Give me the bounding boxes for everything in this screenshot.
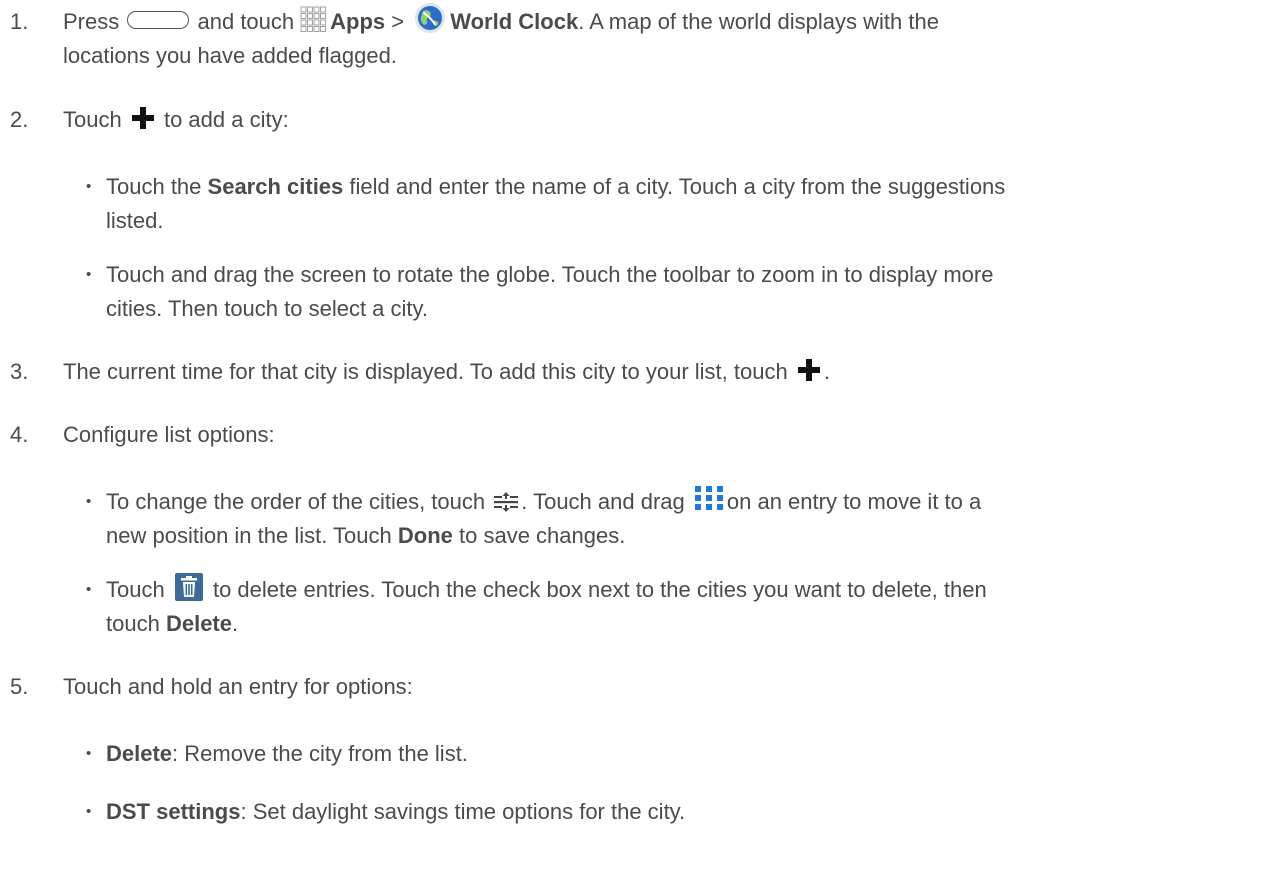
world-clock-instructions: 1. Press and touch Apps > World Clock. A… <box>0 0 1266 870</box>
done-label: Done <box>397 523 453 548</box>
bullet-text: . Touch and drag <box>521 489 685 514</box>
bullet-item: • To change the order of the cities, tou… <box>86 485 1246 553</box>
step-text: Press <box>63 9 120 34</box>
plus-icon <box>796 357 822 383</box>
bullet-text: To change the order of the cities, touch <box>106 489 486 514</box>
step-text: locations you have added flagged. <box>63 43 397 69</box>
bullet-item: • Delete: Remove the city from the list. <box>86 737 1246 771</box>
step-number: 2. <box>10 107 29 132</box>
period: . <box>823 359 830 384</box>
bullet-text: on an entry to move it to a <box>726 489 982 514</box>
reorder-icon <box>493 489 519 513</box>
drag-handle-icon <box>693 485 725 511</box>
bullet-text: Touch and drag the screen to rotate the … <box>106 262 994 287</box>
bullet-text: : Remove the city from the list. <box>172 741 468 766</box>
bullet: • <box>86 745 92 762</box>
dst-settings-label: DST settings <box>106 799 241 824</box>
bullet-item: • Touch the Search cities field and ente… <box>86 170 1246 238</box>
bullet-text: field and enter the name of a city. Touc… <box>349 174 1006 199</box>
bullet-text: : Set daylight savings time options for … <box>240 799 686 824</box>
separator: > <box>391 9 405 34</box>
step-text: Touch and hold an entry for options: <box>63 674 413 699</box>
world-clock-label: World Clock <box>450 9 579 34</box>
bullet-text: cities. Then touch to select a city. <box>106 296 429 321</box>
step-text: and touch <box>197 9 295 34</box>
bullet-item: • DST settings: Set daylight savings tim… <box>86 795 1246 829</box>
apps-label: Apps <box>330 9 386 34</box>
apps-grid-icon <box>300 6 327 33</box>
bullet-text: new position in the list. Touch <box>106 523 392 548</box>
step-text: Touch <box>63 107 122 132</box>
trash-icon <box>174 573 203 602</box>
bullet: • <box>86 493 92 510</box>
bullet: • <box>86 581 92 598</box>
step-1: 1. Press and touch Apps > World Clock. A… <box>10 2 1250 73</box>
step-text: Configure list options: <box>63 422 275 447</box>
bullet-text: listed. <box>106 208 164 233</box>
delete-option-label: Delete <box>106 741 173 766</box>
step-number: 1. <box>10 9 29 34</box>
bullet-text: Touch the <box>106 174 202 199</box>
step-2: 2. Touch to add a city: <box>10 103 1250 137</box>
delete-label: Delete <box>165 611 232 636</box>
bullet-text: . <box>232 611 239 636</box>
plus-icon <box>130 105 156 131</box>
step-text: The current time for that city is displa… <box>63 359 788 384</box>
step-5: 5. Touch and hold an entry for options: <box>10 670 1250 704</box>
step-4: 4. Configure list options: <box>10 418 1250 452</box>
world-clock-globe-icon <box>414 2 446 34</box>
search-cities-label: Search cities <box>207 174 344 199</box>
bullet-text: to save changes. <box>459 523 626 548</box>
step-number: 4. <box>10 422 29 447</box>
bullet: • <box>86 803 92 820</box>
bullet: • <box>86 178 92 195</box>
bullet: • <box>86 266 92 283</box>
bullet-text: touch <box>106 611 160 636</box>
bullet-text: Touch <box>106 577 165 602</box>
step-number: 5. <box>10 674 29 699</box>
bullet-item: • Touch and drag the screen to rotate th… <box>86 258 1246 326</box>
bullet-item: • Touch to delete entries. Touch the che… <box>86 573 1246 641</box>
step-3: 3. The current time for that city is dis… <box>10 355 1250 389</box>
home-button-icon <box>127 11 190 30</box>
step-text: to add a city: <box>163 107 289 132</box>
step-number: 3. <box>10 359 29 384</box>
step-text: . A map of the world displays with the <box>578 9 939 34</box>
bullet-text: to delete entries. Touch the check box n… <box>212 577 987 602</box>
